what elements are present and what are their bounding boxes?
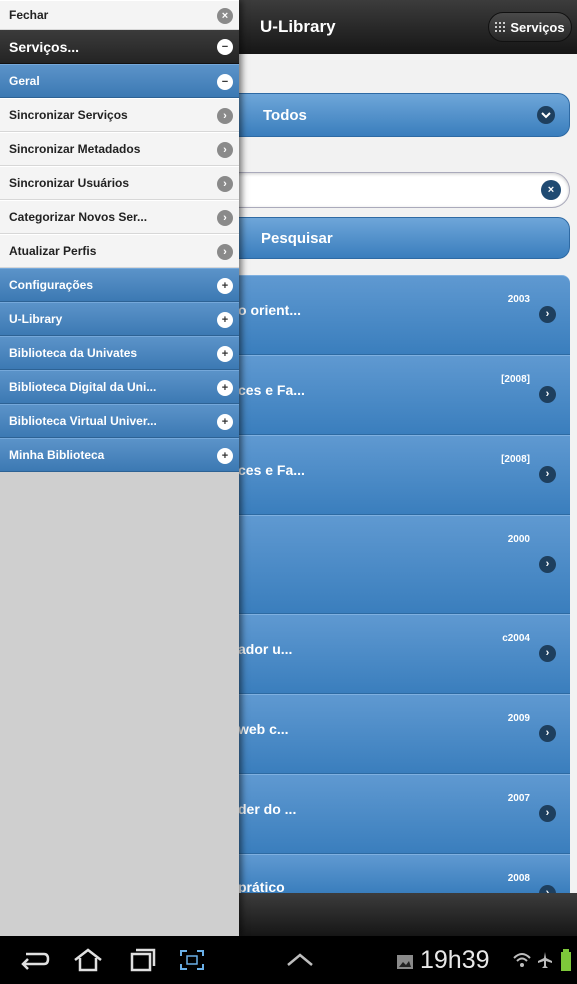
panel-item-label: Sincronizar Serviços [9,108,128,122]
plus-icon: + [217,448,233,464]
panel-item-label: Atualizar Perfis [9,244,97,258]
search-button[interactable]: Pesquisar [200,217,570,259]
arrow-right-icon: › [539,306,556,323]
plus-icon: + [217,414,233,430]
panel-header-label: Serviços... [9,38,80,55]
panel-item[interactable]: U-Library + [0,302,239,336]
result-title: o orient... [238,302,301,318]
home-icon[interactable] [72,948,104,977]
battery-icon [560,948,572,977]
airplane-icon [537,951,553,974]
arrow-right-icon: › [539,556,556,573]
minus-icon: − [217,74,233,90]
result-title: ces e Fa... [238,462,305,478]
panel-item[interactable]: Atualizar Perfis › [0,234,239,268]
panel-item-label: Minha Biblioteca [9,448,105,462]
panel-item-label: Configurações [9,278,94,292]
panel-item-label: U-Library [9,312,63,326]
result-row[interactable]: ces e Fa... [2008] › [200,435,570,515]
services-panel: Fechar × Serviços... − Geral − Sincronizar… [0,0,239,936]
minus-icon: − [217,39,233,55]
result-year: 2009 [507,713,530,724]
result-year: [2008] [501,374,530,385]
close-panel-button[interactable]: Fechar × [0,0,239,30]
panel-header[interactable]: Serviços... − [0,30,239,64]
result-year: 2007 [507,793,530,804]
result-year: 2000 [507,534,530,545]
clock: 19h39 [420,946,490,974]
panel-item[interactable]: Minha Biblioteca + [0,438,239,472]
result-year: 2008 [507,873,530,884]
plus-icon: + [217,346,233,362]
grid-icon [495,22,506,32]
panel-item[interactable]: Categorizar Novos Ser... › [0,200,239,234]
panel-item[interactable]: Configurações + [0,268,239,302]
arrow-right-icon: › [217,244,233,260]
arrow-right-icon: › [217,108,233,124]
arrow-right-icon: › [539,805,556,822]
arrow-right-icon: › [539,725,556,742]
result-row[interactable]: web c... 2009 › [200,694,570,774]
result-row[interactable]: 2000 › [200,515,570,614]
result-year: [2008] [501,454,530,465]
result-title: ador u... [238,641,293,657]
screenshot-icon[interactable] [178,948,206,977]
search-button-label: Pesquisar [261,230,333,247]
plus-icon: + [217,312,233,328]
arrow-right-icon: › [217,210,233,226]
result-title: web c... [238,721,289,737]
result-year: 2003 [507,294,530,305]
result-row[interactable]: der do ... 2007 › [200,774,570,854]
panel-item[interactable]: Sincronizar Metadados › [0,132,239,166]
panel-item-label: Sincronizar Usuários [9,176,130,190]
gallery-notification-icon [396,954,414,975]
search-input[interactable]: × [200,172,570,208]
result-title: ces e Fa... [238,382,305,398]
close-panel-label: Fechar [9,8,49,22]
filter-select-value: Todos [263,107,307,124]
panel-item-label: Biblioteca Virtual Univer... [9,414,157,428]
result-title: der do ... [238,801,297,817]
panel-item-label: Sincronizar Metadados [9,142,141,156]
panel-item[interactable]: Geral − [0,64,239,98]
panel-item[interactable]: Sincronizar Serviços › [0,98,239,132]
panel-item-label: Geral [9,74,40,88]
back-icon[interactable] [18,948,50,977]
arrow-right-icon: › [539,466,556,483]
result-row[interactable]: o orient... 2003 › [200,275,570,355]
arrow-right-icon: › [539,386,556,403]
result-row[interactable]: ador u... c2004 › [200,614,570,694]
clear-icon[interactable]: × [541,180,561,200]
arrow-right-icon: › [217,176,233,192]
wifi-icon [512,950,532,975]
panel-item-label: Categorizar Novos Ser... [9,210,148,224]
panel-item-label: Biblioteca da Univates [9,346,138,360]
panel-items: Geral − Sincronizar Serviços › Sincronizar M… [0,64,239,472]
chevron-up-icon[interactable] [286,952,314,973]
panel-item[interactable]: Biblioteca Digital da Uni... + [0,370,239,404]
result-row[interactable]: ces e Fa... [2008] › [200,355,570,435]
panel-item[interactable]: Biblioteca da Univates + [0,336,239,370]
services-button-label: Serviços [510,19,565,35]
app-title: U-Library [260,17,336,36]
result-row[interactable]: prático2008› [200,854,570,902]
panel-item-label: Biblioteca Digital da Uni... [9,380,157,394]
arrow-right-icon: › [539,645,556,662]
filter-select[interactable]: Todos [200,93,570,137]
results-list: o orient... 2003 › ces e Fa... [2008] › ces e … [200,275,570,902]
close-icon: × [217,8,233,24]
panel-item[interactable]: Sincronizar Usuários › [0,166,239,200]
system-bar: 19h39 [0,936,577,984]
plus-icon: + [217,380,233,396]
arrow-right-icon: › [217,142,233,158]
panel-item[interactable]: Biblioteca Virtual Univer... + [0,404,239,438]
result-year: c2004 [502,633,530,644]
chevron-down-icon [537,106,555,124]
plus-icon: + [217,278,233,294]
recent-apps-icon[interactable] [126,948,158,977]
services-button[interactable]: Serviços [488,12,572,42]
